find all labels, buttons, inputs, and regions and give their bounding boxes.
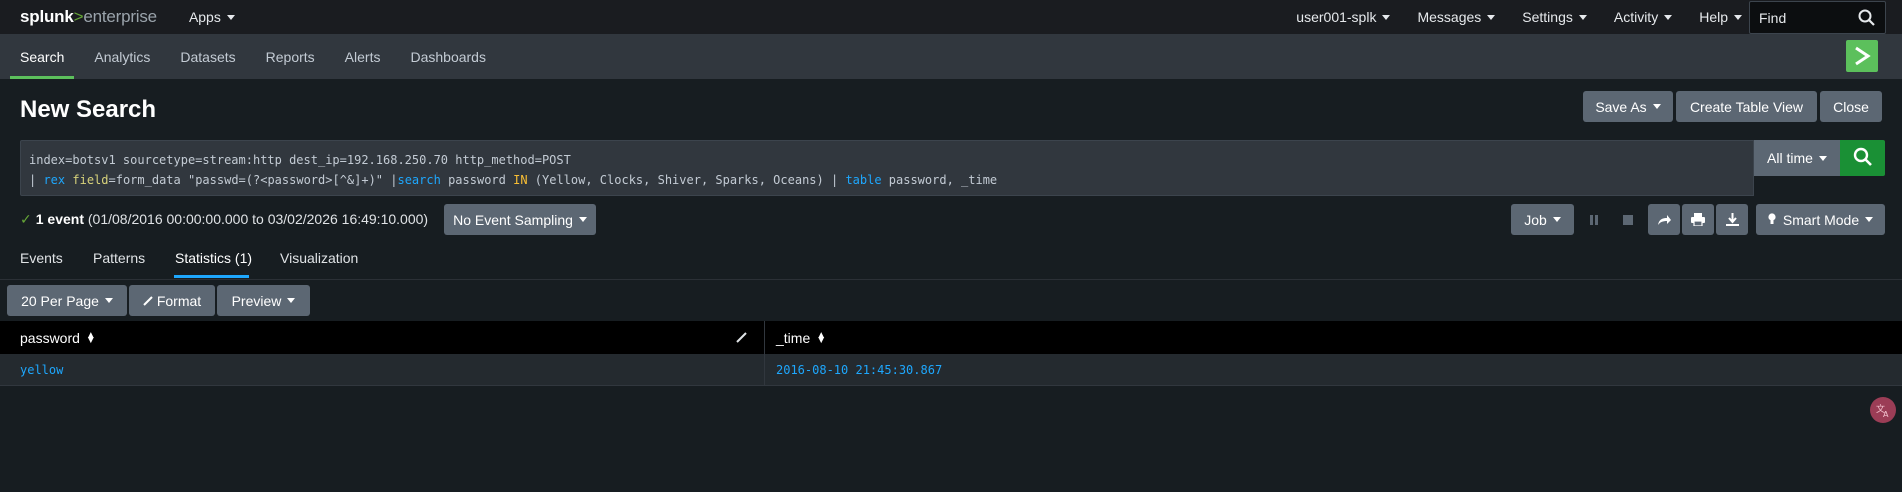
format-button[interactable]: Format [129,285,215,316]
top-bar: splunk>enterprise Apps user001-splk Mess… [0,0,1902,34]
lightbulb-icon [1768,212,1776,228]
chevron-down-icon [578,217,587,222]
column-header-time[interactable]: _time ▲ ▼ [776,321,826,354]
pencil-icon [143,293,153,309]
tab-patterns[interactable]: Patterns [93,250,145,266]
page-title: New Search [20,96,157,123]
find-box [1749,1,1886,34]
edit-column-icon[interactable] [736,321,747,354]
chevron-down-icon [1865,217,1874,222]
chevron-down-icon [287,298,296,303]
sort-icon[interactable]: ▲ ▼ [816,330,826,345]
chevron-down-icon [104,298,113,303]
user-menu[interactable]: user001-splk [1296,9,1391,25]
tab-reports[interactable]: Reports [256,34,325,79]
settings-menu[interactable]: Settings [1522,9,1587,25]
search-mode-dropdown[interactable]: Smart Mode [1756,204,1885,235]
check-icon: ✓ [20,211,32,227]
close-button[interactable]: Close [1820,91,1882,122]
svg-text:A: A [1883,410,1889,418]
create-table-view-button[interactable]: Create Table View [1676,91,1817,122]
event-count: 1 event [35,211,84,227]
preview-dropdown[interactable]: Preview [217,285,310,316]
splunk-logo[interactable]: splunk>enterprise [20,7,157,27]
tab-dashboards[interactable]: Dashboards [400,34,496,79]
search-icon[interactable] [1858,9,1875,29]
translate-icon[interactable]: 文A [1870,397,1896,423]
search-icon [1853,147,1873,170]
chevron-down-icon [1818,155,1827,161]
query-line-2: | rex field=form_data "passwd=(?<passwor… [29,173,998,187]
time-range-picker[interactable]: All time [1754,140,1840,176]
active-tab-indicator [174,275,249,278]
cell-password[interactable]: yellow [20,354,63,386]
print-icon[interactable] [1682,204,1714,235]
column-divider [764,321,765,386]
table-row: yellow 2016-08-10 21:45:30.867 [0,354,1902,386]
app-nav-bar: Search Analytics Datasets Reports Alerts… [0,34,1902,79]
pause-icon[interactable] [1578,204,1610,235]
save-as-button[interactable]: Save As [1583,91,1673,122]
apps-menu[interactable]: Apps [189,9,235,25]
tab-alerts[interactable]: Alerts [335,34,391,79]
sort-icon[interactable]: ▲ ▼ [86,330,96,345]
chevron-down-icon [1664,14,1673,20]
find-input[interactable] [1750,9,1850,26]
chevron-down-icon [1487,14,1496,20]
activity-menu[interactable]: Activity [1614,9,1673,25]
chevron-down-icon [1552,217,1561,222]
tab-search[interactable]: Search [10,34,75,79]
chevron-down-icon [1734,14,1742,20]
job-menu[interactable]: Job [1511,204,1574,235]
help-menu[interactable]: Help [1699,9,1742,25]
chevron-down-icon [226,14,235,20]
tab-visualization[interactable]: Visualization [280,250,358,266]
export-icon[interactable] [1716,204,1748,235]
search-query-editor[interactable]: index=botsv1 sourcetype=stream:http dest… [20,140,1754,196]
divider [0,279,1902,280]
chevron-down-icon [1578,14,1587,20]
stop-icon[interactable] [1612,204,1644,235]
user-menus: user001-splk Messages Settings Activity … [1269,0,1742,34]
query-line-1: index=botsv1 sourcetype=stream:http dest… [29,153,571,167]
time-range-text: (01/08/2016 00:00:00.000 to 03/02/2026 1… [87,211,429,227]
cell-time[interactable]: 2016-08-10 21:45:30.867 [776,354,942,386]
event-sampling-dropdown[interactable]: No Event Sampling [444,204,596,235]
tab-datasets[interactable]: Datasets [170,34,245,79]
share-icon[interactable] [1648,204,1680,235]
table-header: password ▲ ▼ _time ▲ ▼ [0,321,1902,354]
column-header-password[interactable]: password ▲ ▼ [20,321,96,354]
messages-menu[interactable]: Messages [1417,9,1496,25]
chevron-down-icon [1382,14,1391,20]
per-page-dropdown[interactable]: 20 Per Page [7,285,127,316]
tab-statistics[interactable]: Statistics (1) [175,250,252,266]
tab-analytics[interactable]: Analytics [84,34,160,79]
run-search-button[interactable] [1840,140,1885,176]
chevron-down-icon [1652,104,1661,109]
search-app-icon[interactable] [1846,40,1878,72]
job-status: ✓ 1 event (01/08/2016 00:00:00.000 to 03/… [20,211,428,228]
tab-events[interactable]: Events [20,250,63,266]
